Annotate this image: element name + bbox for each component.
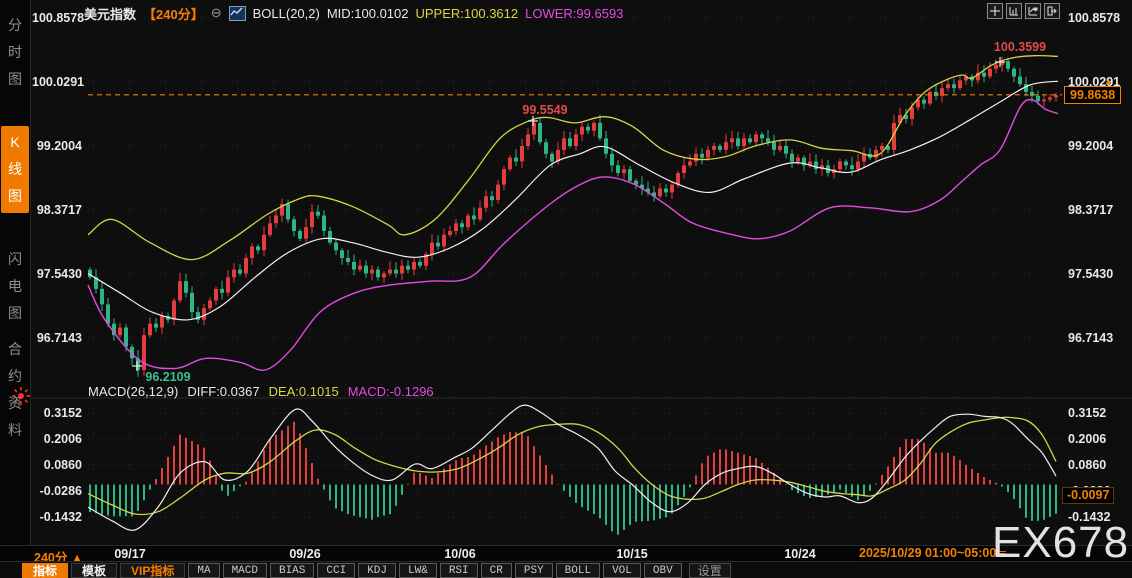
sidebar-tab-3[interactable]: 闪电图 [0, 246, 30, 327]
date-tick-label: 09/26 [289, 547, 321, 561]
price-axis-label-left: 96.7143 [36, 331, 82, 345]
sidebar-tab-char: 约 [8, 368, 22, 384]
price-axis-label-right: 98.3717 [1068, 203, 1114, 217]
sidebar-tab-char: 图 [8, 305, 22, 321]
macd-diff-value: DIFF:0.0367 [187, 384, 260, 399]
boll-params-label: BOLL(20,2) [252, 5, 320, 21]
price-axis-label-right: 100.8578 [1068, 11, 1121, 25]
toolbar-vip-indicators[interactable]: VIP指标 [120, 562, 186, 578]
price-axis-label-right: 97.5430 [1068, 267, 1114, 281]
indicator-button-vol[interactable]: VOL [603, 562, 641, 578]
sidebar-tab-char: 线 [8, 161, 22, 177]
date-tick-label: 09/17 [114, 547, 146, 561]
current-bar-time: 2025/10/29 01:00~05:00 [856, 546, 1000, 561]
chart-type-sidebar: 分时图K线图闪电图合约资料 [0, 0, 31, 578]
price-axis-label-left: 97.5430 [36, 267, 82, 281]
price-axis-label-left: 98.3717 [36, 203, 82, 217]
sidebar-tab-char: 分 [8, 17, 22, 33]
indicator-button-cr[interactable]: CR [480, 562, 512, 578]
price-axis-label-left: 99.2004 [36, 139, 82, 153]
indicator-button-boll[interactable]: BOLL [555, 562, 601, 578]
svg-text:100.3599: 100.3599 [994, 40, 1046, 54]
sidebar-tab-char: 电 [8, 278, 22, 294]
indicator-window-icon[interactable] [1025, 3, 1041, 19]
sidebar-tab-4[interactable]: 合约资料 [0, 336, 30, 444]
trading-terminal-window: 99.5549 100.3599 96.2109 分时图K线图闪电图合约资料 美元指… [0, 0, 1132, 578]
indicator-button-obv[interactable]: OBV [643, 562, 682, 578]
date-tick-label: 10/24 [784, 547, 816, 561]
macd-axis-label-right: 0.0860 [1068, 458, 1107, 472]
toolbar-tab[interactable]: 模板 [71, 562, 118, 578]
macd-header: MACD(26,12,9) DIFF:0.0367 DEA:0.1015 MAC… [88, 384, 434, 399]
sidebar-tab-char: 料 [8, 422, 22, 438]
boll-upper-value: UPPER:100.3612 [415, 5, 519, 21]
boll-mid-value: MID:100.0102 [326, 5, 409, 21]
sidebar-tab-char: 图 [8, 71, 22, 87]
indicator-button-ma[interactable]: MA [188, 562, 220, 578]
date-tick-label: 10/15 [616, 547, 648, 561]
boll-lower-line [87, 98, 1059, 371]
indicator-button-psy[interactable]: PSY [514, 562, 553, 578]
indicator-button-macd[interactable]: MACD [222, 562, 267, 578]
sidebar-tab-char: 图 [8, 188, 22, 204]
current-macd-tag: -0.0097 [1062, 487, 1115, 504]
price-annotation: 96.2109 [132, 361, 191, 384]
sidebar-tab-char: 闪 [8, 251, 22, 267]
exit-fullscreen-icon[interactable] [1044, 3, 1060, 19]
indicator-button-bias[interactable]: BIAS [269, 562, 315, 578]
time-axis: 240分 ▲ 2025/10/29 01:00~05:00 ≡ 09/17 09/… [0, 545, 1132, 565]
macd-axis-label-right: 0.3152 [1068, 406, 1107, 420]
sidebar-tab-1[interactable]: 分时图 [0, 12, 30, 93]
macd-params-label: MACD(26,12,9) [88, 384, 179, 399]
symbol-title: 美元指数 [84, 6, 137, 22]
boll-lower-value: LOWER:99.6593 [525, 5, 624, 21]
chart-canvas[interactable]: 99.5549 100.3599 96.2109 [0, 0, 1132, 545]
settings-button[interactable]: 设置 [688, 562, 731, 578]
indicator-toolbar: 指标 模板 VIP指标 MA MACD BIAS CCI KDJ LW& RSI CR PSY BOLL… [0, 561, 1132, 578]
axis-scale-icon[interactable] [1006, 3, 1022, 19]
price-axis-label-left: 100.0291 [32, 75, 85, 89]
sidebar-tab-2[interactable]: K线图 [1, 126, 29, 213]
boll-upper-line [87, 54, 1059, 261]
macd-axis-label-left: 0.3152 [43, 406, 82, 420]
macd-dea-value: DEA:0.1015 [268, 384, 339, 399]
sidebar-tab-char: K [10, 134, 20, 150]
macd-axis-label-left: -0.1432 [39, 510, 82, 524]
collapse-icon[interactable]: ⊖ [211, 5, 222, 21]
indicator-chart-icon[interactable] [228, 5, 246, 21]
macd-macd-value: MACD:-0.1296 [347, 384, 434, 399]
macd-axis-label-left: 0.0860 [43, 458, 82, 472]
chart-tools [987, 3, 1060, 19]
macd-axis-label-left: 0.2006 [43, 432, 82, 446]
price-axis-label-right: 99.2004 [1068, 139, 1114, 153]
svg-text:96.2109: 96.2109 [145, 370, 190, 384]
brand-watermark: EX678 [992, 518, 1130, 567]
period-label[interactable]: 【240分】 [143, 4, 204, 23]
date-tick-label: 10/06 [444, 547, 476, 561]
price-annotation: 99.5549 [522, 103, 568, 126]
macd-axis-label-right: 0.2006 [1068, 432, 1107, 446]
price-axis-label-left: 100.8578 [32, 11, 85, 25]
sidebar-tab-char: 合 [8, 341, 22, 357]
move-crosshair-icon[interactable] [987, 3, 1003, 19]
toolbar-tab[interactable]: 指标 [22, 562, 69, 578]
current-price-tag: 99.8638 [1064, 86, 1122, 105]
sidebar-tab-char: 资 [8, 395, 22, 411]
macd-axis-label-left: -0.0286 [39, 484, 82, 498]
indicator-button-kdj[interactable]: KDJ [358, 562, 397, 578]
price-axis-label-right: 96.7143 [1068, 331, 1114, 345]
sidebar-tab-char: 时 [8, 44, 22, 60]
indicator-button-lw[interactable]: LW& [399, 562, 437, 578]
price-up-arrow-icon: ▲ [1104, 75, 1113, 86]
indicator-button-rsi[interactable]: RSI [439, 562, 478, 578]
svg-text:99.5549: 99.5549 [522, 103, 567, 117]
chart-header: 美元指数 【240分】 ⊖ BOLL(20,2) MID:100.0102 UP… [84, 4, 624, 23]
indicator-button-cci[interactable]: CCI [317, 562, 356, 578]
